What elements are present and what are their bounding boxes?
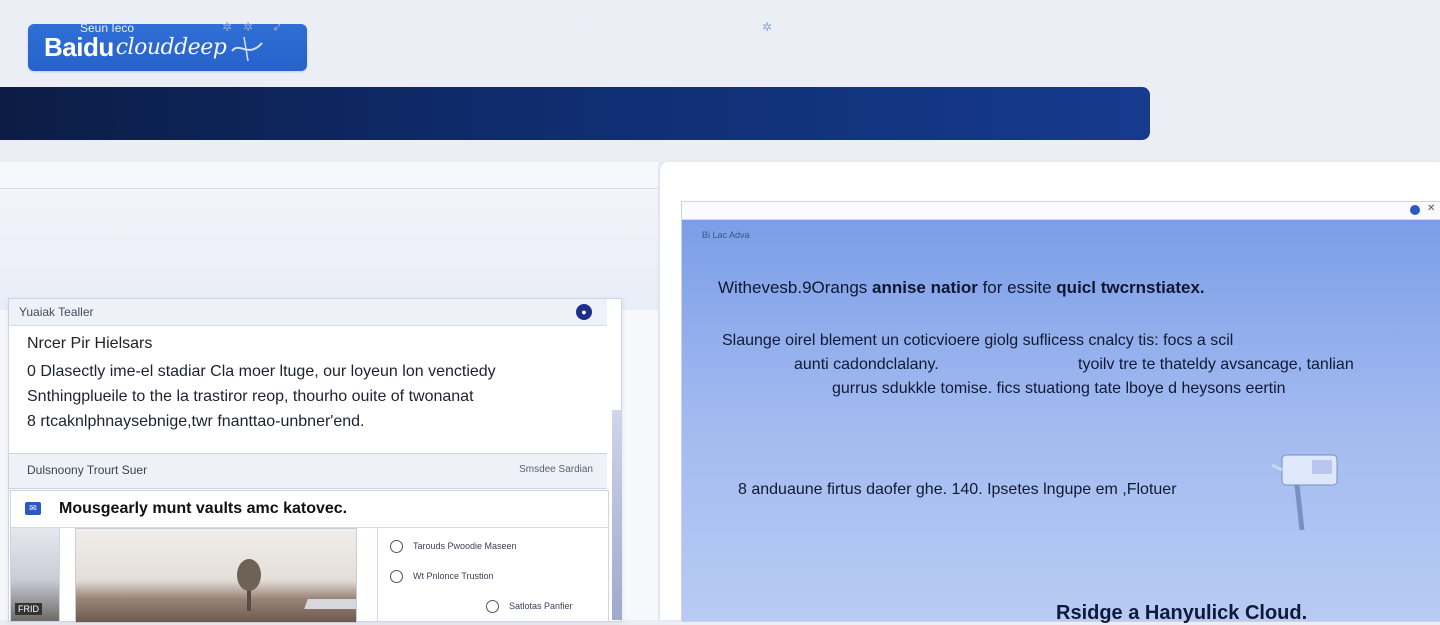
breadcrumb[interactable]: Bi Lac Adva <box>702 230 750 240</box>
headline-bold: quicl twcrnstiatex. <box>1056 278 1205 297</box>
star-icon[interactable]: ✲ <box>222 20 232 34</box>
nav-right-link[interactable]: Autencan Cat <box>782 21 849 33</box>
headline-bold: annise natior <box>872 278 978 297</box>
circle-icon <box>390 570 403 583</box>
card-body-line: 0 Dlasectly ime-el stadiar Cla moer ltug… <box>27 363 496 380</box>
card-row-link[interactable]: Smsdee Sardian <box>519 464 593 475</box>
logo-script: clouddeep <box>115 35 227 60</box>
hero-text-line: tyoilv tre te thateldy avsancage, tanlia… <box>1078 356 1354 373</box>
article-card[interactable]: ✉ Mousgearly munt vaults amc katovec. FR… <box>10 490 609 623</box>
info-icon[interactable]: ● <box>576 304 592 320</box>
panel-background <box>0 190 658 310</box>
article-header: ✉ Mousgearly munt vaults amc katovec. <box>11 491 608 528</box>
card-header: Yuaiak Tealler ● <box>9 299 607 326</box>
top-navbar <box>0 87 1150 140</box>
circle-icon <box>486 600 499 613</box>
list-item[interactable]: Satlotas Panfier <box>486 600 573 613</box>
hero-text-line: gurrus sdukkle tomise. fics stuationg ta… <box>832 380 1286 397</box>
card-row-label: Dulsnoony Trourt Suer <box>27 463 148 477</box>
close-icon[interactable]: ✕ <box>1427 203 1435 214</box>
list-item[interactable]: Tarouds Pwoodie Maseen <box>390 540 517 553</box>
logo-text: Baidu <box>44 32 114 62</box>
hero-text-line: aunti cadondclalany. <box>794 356 939 373</box>
browser-toolbar: ✕ <box>682 202 1440 220</box>
star-icon[interactable]: ✲ <box>243 20 253 34</box>
tree-icon <box>237 559 261 611</box>
card-header-title: Yuaiak Tealler <box>19 305 94 319</box>
article-photo[interactable] <box>75 528 357 623</box>
hero-headline: Withevesb.9Orangs annise natior for essi… <box>718 278 1205 298</box>
shield-icon[interactable] <box>1410 205 1420 215</box>
headline-part: Withevesb.9Orangs <box>718 278 868 297</box>
hero-text-line: Slaunge oirel blement un coticvioere gio… <box>722 332 1234 349</box>
card-body: 0 Dlasectly ime-el stadiar Cla moer ltug… <box>27 359 607 434</box>
hero-section: Bi Lac Adva Withevesb.9Orangs annise nat… <box>682 220 1440 624</box>
list-item[interactable]: Wt Pnlonce Trustion <box>390 570 494 583</box>
brand-logo[interactable]: Baidu clouddeep <box>28 24 307 71</box>
circle-icon <box>390 540 403 553</box>
thumbnail-label: FRID <box>15 603 42 615</box>
scrollbar[interactable] <box>612 410 622 620</box>
side-list: Tarouds Pwoodie Maseen Wt Pnlonce Trusti… <box>377 528 608 621</box>
list-item-label: Tarouds Pwoodie Maseen <box>413 540 517 551</box>
divider <box>0 188 658 189</box>
road-shape <box>304 599 356 609</box>
thumbnail[interactable]: FRID <box>11 528 60 621</box>
card-title: Nrcer Pir Hielsars <box>27 335 153 352</box>
hero-text-line: 8 anduaune firtus daofer ghe. 140. Ipset… <box>738 481 1177 498</box>
card-row[interactable]: Dulsnoony Trourt Suer Smsdee Sardian <box>9 454 607 489</box>
headline-part: for essite <box>982 278 1052 297</box>
mail-icon: ✉ <box>25 502 41 515</box>
arrow-icon[interactable]: ➶ <box>272 20 282 34</box>
card-body-line: Snthingplueile to the la trastiror reop,… <box>27 388 474 405</box>
hero-footer-title: Rsidge a Hanyulick Cloud. <box>1056 602 1308 624</box>
article-title[interactable]: Mousgearly munt vaults amc katovec. <box>59 500 347 518</box>
list-item-label: Wt Pnlonce Trustion <box>413 570 494 581</box>
card-body-line: 8 rtcaknlphnaysebnige,twr fnanttao-unbne… <box>27 413 365 430</box>
cloud-swoosh-icon <box>231 36 264 61</box>
device-illustration-icon <box>1271 454 1338 531</box>
nav-left-link[interactable]: Seun Ieco <box>80 21 134 35</box>
browser-preview: ✕ Bi Lac Adva Withevesb.9Orangs annise n… <box>681 201 1440 624</box>
settings-icon[interactable]: ✲ <box>762 20 772 34</box>
nav-center-link[interactable]: BRUILK Caiter <box>577 21 662 36</box>
list-item-label: Satlotas Panfier <box>509 600 573 611</box>
